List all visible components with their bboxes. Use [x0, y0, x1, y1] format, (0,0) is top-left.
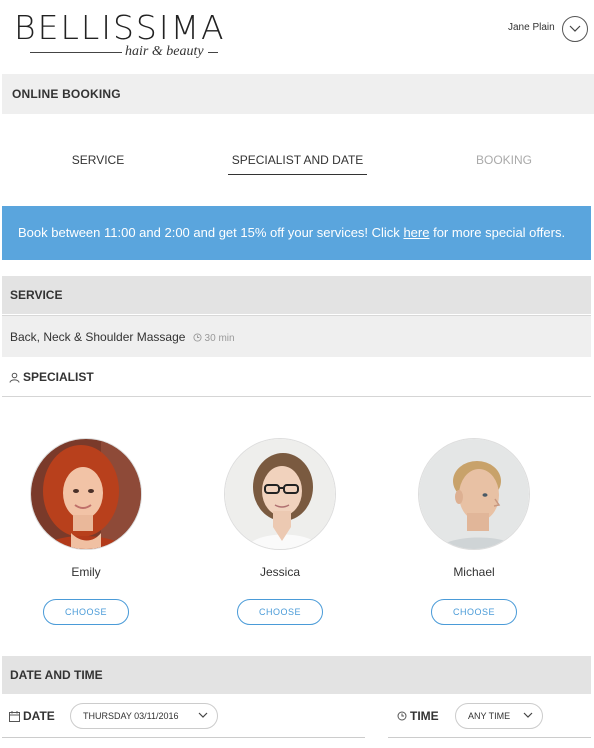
datetime-controls: DATE THURSDAY 03/11/2016 TIME ANY TIME: [0, 700, 594, 740]
promo-banner: Book between 11:00 and 2:00 and get 15% …: [2, 206, 591, 260]
calendar-icon: [9, 710, 20, 722]
specialist-name: Michael: [453, 565, 495, 579]
choose-button-emily[interactable]: CHOOSE: [43, 599, 129, 625]
booking-steps: SERVICE SPECIALIST AND DATE BOOKING: [0, 140, 594, 180]
section-divider: [2, 396, 591, 397]
specialist-title: SPECIALIST: [23, 370, 94, 384]
specialist-name: Jessica: [259, 565, 300, 579]
chevron-down-icon: [523, 712, 533, 718]
step-booking[interactable]: BOOKING: [468, 140, 540, 175]
date-underline: [2, 737, 365, 738]
duration-value: 30 min: [204, 333, 235, 344]
datetime-section-title: DATE AND TIME: [2, 656, 591, 694]
clock-icon: [397, 711, 407, 721]
clock-icon: [193, 333, 202, 342]
service-name: Back, Neck & Shoulder Massage: [10, 330, 186, 344]
avatar: [30, 438, 142, 550]
chevron-down-icon: [198, 712, 208, 718]
user-menu-button[interactable]: [562, 16, 588, 42]
promo-text-after: for more special offers.: [429, 225, 566, 240]
promo-link[interactable]: here: [403, 225, 429, 240]
date-value: THURSDAY 03/11/2016: [83, 711, 179, 721]
avatar: [224, 438, 336, 550]
page-title: ONLINE BOOKING: [2, 74, 594, 114]
logo-divider-left: [30, 52, 122, 53]
time-underline: [388, 737, 591, 738]
person-icon: [9, 372, 20, 383]
service-section-title: SERVICE: [2, 276, 591, 314]
choose-button-jessica[interactable]: CHOOSE: [237, 599, 323, 625]
brand-name: BELLISSIMA: [14, 8, 226, 47]
time-label: TIME: [410, 709, 439, 723]
logo-divider-right: [208, 52, 218, 53]
avatar: [418, 438, 530, 550]
date-label: DATE: [23, 709, 55, 723]
time-value: ANY TIME: [468, 711, 511, 721]
time-select[interactable]: ANY TIME: [455, 703, 543, 729]
specialist-name: Emily: [71, 565, 101, 579]
chevron-down-icon: [569, 25, 581, 32]
choose-button-michael[interactable]: CHOOSE: [431, 599, 517, 625]
specialist-card-jessica: Jessica CHOOSE: [215, 438, 345, 625]
time-heading: TIME: [397, 709, 439, 723]
specialist-card-emily: Emily CHOOSE: [21, 438, 151, 625]
brand-logo[interactable]: BELLISSIMA hair & beauty: [14, 10, 224, 62]
date-select[interactable]: THURSDAY 03/11/2016: [70, 703, 218, 729]
brand-tagline: hair & beauty: [125, 44, 204, 59]
date-heading: DATE: [9, 709, 55, 723]
promo-text-before: Book between 11:00 and 2:00 and get 15% …: [18, 225, 404, 240]
step-specialist-and-date[interactable]: SPECIALIST AND DATE: [228, 140, 367, 175]
user-name[interactable]: Jane Plain: [508, 22, 555, 33]
service-duration: 30 min: [193, 333, 235, 344]
step-service[interactable]: SERVICE: [60, 140, 136, 175]
selected-service: Back, Neck & Shoulder Massage 30 min: [2, 315, 591, 357]
specialist-heading: SPECIALIST: [9, 370, 94, 384]
specialist-card-michael: Michael CHOOSE: [409, 438, 539, 625]
